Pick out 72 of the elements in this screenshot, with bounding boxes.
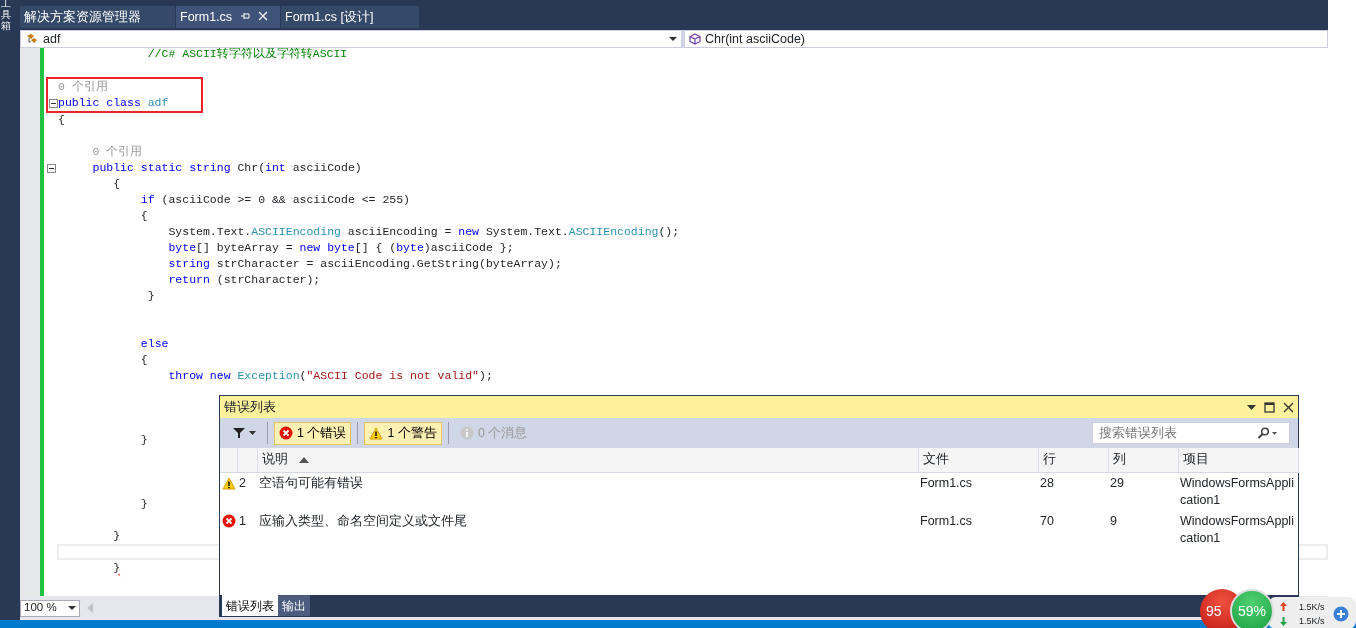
document-tab[interactable]: 解决方案资源管理器 <box>20 6 175 28</box>
search-field[interactable]: 搜索错误列表 <box>1092 422 1290 444</box>
member-dropdown[interactable]: Chr(int asciiCode) <box>684 30 1328 48</box>
info-icon <box>459 426 474 440</box>
dropdown-icon <box>1247 402 1256 412</box>
row-number: 2 <box>239 475 246 490</box>
caret-icon <box>249 430 256 436</box>
search-icon <box>1257 427 1277 439</box>
filter-toggle[interactable]: 1 个警告 <box>364 421 442 445</box>
code-line: //C# ASCII转字符以及字符转ASCII <box>147 48 348 63</box>
download-arrow-icon <box>1280 617 1287 626</box>
collapse-icon <box>48 98 58 108</box>
document-tab[interactable]: Form1.cs [设计] <box>281 6 419 28</box>
code-line: else <box>140 336 169 353</box>
code-line: } <box>147 288 155 305</box>
code-line: { <box>58 112 65 129</box>
column-header[interactable]: 文件 <box>918 448 1038 472</box>
panel-tab[interactable]: 错误列表 <box>222 595 278 616</box>
filter-icon <box>233 427 245 439</box>
caret-icon <box>68 605 76 611</box>
column-cell: 9 <box>1110 513 1117 528</box>
warning-icon <box>369 426 384 440</box>
column-header[interactable]: 行 <box>1038 448 1108 472</box>
cube-icon <box>689 33 701 45</box>
download-speed: 1.5K/s <box>1299 615 1325 628</box>
column-header[interactable]: 项目 <box>1178 448 1298 472</box>
code-line: } <box>113 528 121 545</box>
line-cell: 70 <box>1040 513 1054 528</box>
project-cell-text: WindowsFormsApplication1 <box>1180 474 1295 509</box>
toolbox-tab[interactable]: 工具箱 <box>1 0 11 31</box>
plus-icon <box>1333 606 1349 622</box>
code-line: if (asciiCode >= 0 && asciiCode <= 255) <box>140 192 410 209</box>
file-cell: Form1.cs <box>920 475 973 490</box>
panel-title: 错误列表 <box>224 398 276 416</box>
code-line: byte[] byteArray = new byte[] { (byte)asciiCode }; <box>168 240 514 257</box>
row-number: 1 <box>239 513 246 528</box>
maximize-icon <box>1264 401 1275 413</box>
file-cell: Form1.cs <box>920 513 973 528</box>
close-icon <box>1283 401 1294 413</box>
error-icon <box>222 514 236 529</box>
error-description: 空语句可能有错误 <box>259 475 363 490</box>
error-description: 应输入类型、命名空间定义或文件尾 <box>259 513 467 528</box>
upload-arrow-icon <box>1280 602 1287 611</box>
collapse-icon <box>46 163 56 173</box>
column-cell: 29 <box>1110 475 1124 490</box>
code-line: string strCharacter = asciiEncoding.GetString(byteArray); <box>168 256 562 273</box>
upload-speed: 1.5K/s <box>1299 601 1325 614</box>
code-line: } <box>140 496 148 513</box>
code-line: public static string Chr(int asciiCode) <box>92 160 362 177</box>
class-icon <box>25 33 39 45</box>
document-tab[interactable]: Form1.cs <box>176 6 280 28</box>
code-line: } <box>113 560 121 577</box>
line-cell: 28 <box>1040 475 1054 490</box>
warning-icon <box>222 476 236 490</box>
caret-icon <box>669 36 677 42</box>
code-line: } <box>140 432 148 449</box>
error-icon <box>279 426 293 440</box>
code-line: { <box>140 208 148 225</box>
code-line: System.Text.ASCIIEncoding asciiEncoding = new System.Text.ASCIIEncoding(); <box>168 224 680 241</box>
filter-toggle[interactable]: 1 个错误 <box>274 421 352 445</box>
code-line: return (strCharacter); <box>168 272 321 289</box>
scroll-left-icon <box>86 602 94 614</box>
column-header[interactable]: 列 <box>1108 448 1178 472</box>
code-line: { <box>113 176 121 193</box>
code-line: { <box>140 352 148 369</box>
code-line: public class adf <box>58 95 169 112</box>
panel-tab[interactable]: 输出 <box>278 595 310 616</box>
project-cell-text: WindowsFormsApplication1 <box>1180 512 1295 547</box>
zoom-dropdown[interactable]: 100 % <box>20 599 80 617</box>
type-dropdown[interactable]: adf <box>20 30 682 48</box>
code-line: throw new Exception("ASCII Code is not valid"); <box>168 368 493 385</box>
column-header[interactable]: 说明 <box>257 448 918 472</box>
